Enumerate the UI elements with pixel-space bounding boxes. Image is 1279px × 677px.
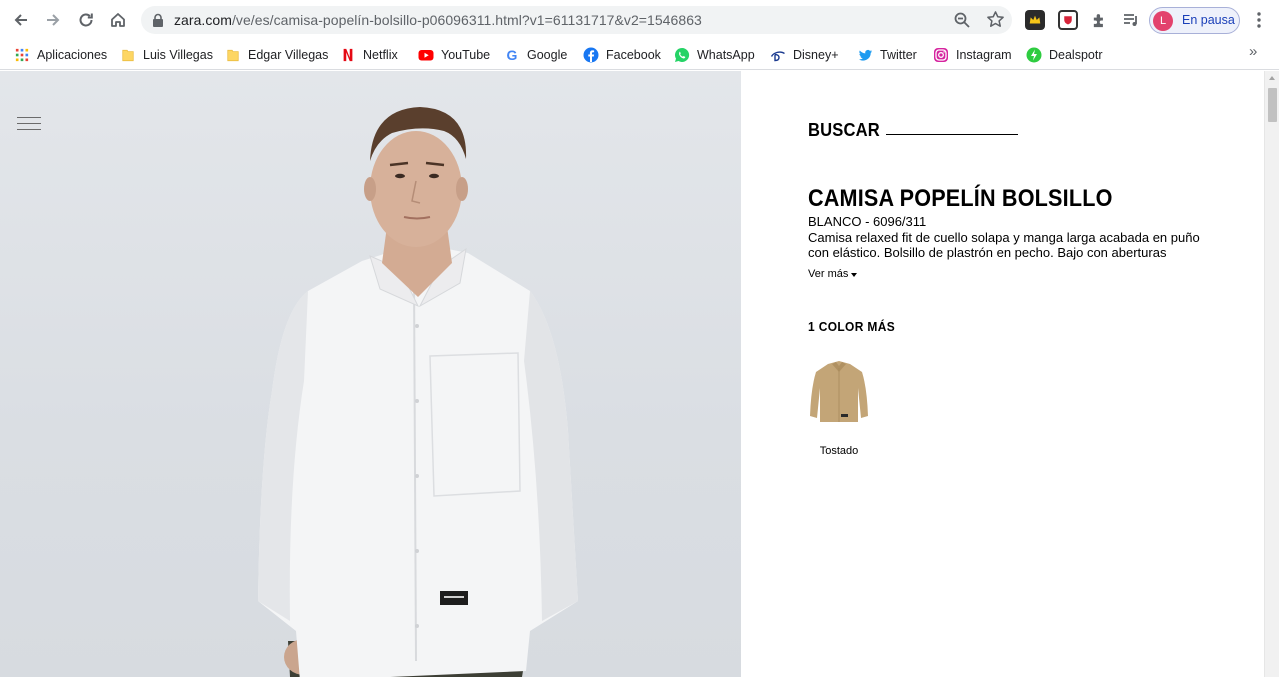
bookmark-label: Instagram	[956, 48, 1012, 62]
color-swatch-tostado[interactable]	[808, 358, 870, 428]
bookmark-twitter[interactable]: Twitter	[857, 44, 917, 66]
bookmark-label: Disney+	[793, 48, 839, 62]
youtube-icon	[418, 47, 434, 63]
product-title: CAMISA POPELÍN BOLSILLO	[808, 185, 1113, 212]
bookmark-dealspotr[interactable]: Dealspotr	[1026, 44, 1103, 66]
bookmark-disney[interactable]: Disney+	[770, 44, 839, 66]
search-input-underline[interactable]	[886, 134, 1018, 135]
home-button[interactable]	[106, 8, 130, 32]
back-arrow-icon	[14, 14, 27, 26]
dealspotr-icon	[1026, 47, 1042, 63]
disney-icon	[770, 47, 786, 63]
scroll-up-arrow-icon[interactable]	[1269, 76, 1275, 80]
lock-icon	[153, 13, 163, 27]
hamburger-menu-icon[interactable]	[17, 117, 41, 133]
reload-icon	[79, 13, 93, 27]
product-description: Camisa relaxed fit de cuello solapa y ma…	[808, 230, 1200, 260]
forward-arrow-icon	[47, 14, 60, 26]
bookmark-label: Facebook	[606, 48, 661, 62]
bookmark-apps[interactable]: Aplicaciones	[14, 44, 107, 66]
profile-button[interactable]: L En pausa	[1149, 7, 1240, 34]
crown-extension-icon[interactable]	[1025, 10, 1045, 30]
back-button[interactable]	[9, 8, 33, 32]
url-text: zara.com/ve/es/camisa-popelín-bolsillo-p…	[174, 12, 702, 28]
bookmarks-bar: Aplicaciones Luis Villegas Edgar Villega…	[0, 40, 1279, 70]
more-colors-heading: 1 COLOR MÁS	[808, 319, 896, 334]
product-image	[0, 71, 741, 677]
product-reference: BLANCO - 6096/311	[808, 214, 927, 229]
bookmark-label: Netflix	[363, 48, 398, 62]
bookmark-star-icon[interactable]	[986, 10, 1005, 29]
page-scrollbar[interactable]	[1264, 71, 1279, 677]
media-queue-icon[interactable]	[1121, 10, 1141, 30]
color-swatch-label: Tostado	[819, 445, 859, 457]
netflix-icon	[340, 47, 356, 63]
more-vert-icon[interactable]	[1250, 10, 1268, 30]
bookmark-label: Aplicaciones	[37, 48, 108, 62]
bookmark-label: Twitter	[880, 48, 917, 62]
bookmark-facebook[interactable]: Facebook	[583, 44, 661, 66]
see-more-label: Ver más	[808, 268, 849, 280]
bookmark-youtube[interactable]: YouTube	[418, 44, 490, 66]
reload-button[interactable]	[74, 8, 98, 32]
instagram-icon	[933, 47, 949, 63]
bookmark-label: YouTube	[441, 48, 491, 62]
bookmark-label: Edgar Villegas	[248, 48, 329, 62]
product-info-panel: BUSCAR CAMISA POPELÍN BOLSILLO BLANCO - …	[741, 71, 1264, 677]
apps-grid-icon	[14, 47, 30, 63]
twitter-icon	[857, 47, 873, 63]
bookmark-edgar-villegas[interactable]: Edgar Villegas	[225, 44, 328, 66]
bookmark-google[interactable]: G Google	[504, 44, 568, 66]
shield-extension-icon[interactable]	[1058, 10, 1078, 30]
bookmark-label: Dealspotr	[1049, 48, 1103, 62]
avatar: L	[1153, 11, 1173, 31]
bookmark-label: Luis Villegas	[143, 48, 213, 62]
address-bar[interactable]: zara.com/ve/es/camisa-popelín-bolsillo-p…	[141, 6, 1012, 34]
folder-icon	[120, 47, 136, 63]
facebook-icon	[583, 47, 599, 63]
bookmark-luis-villegas[interactable]: Luis Villegas	[120, 44, 213, 66]
bookmark-instagram[interactable]: Instagram	[933, 44, 1012, 66]
product-page: BUSCAR CAMISA POPELÍN BOLSILLO BLANCO - …	[0, 71, 1279, 677]
bookmark-label: Google	[527, 48, 568, 62]
bookmark-netflix[interactable]: Netflix	[340, 44, 398, 66]
bookmark-label: WhatsApp	[697, 48, 755, 62]
caret-down-icon	[851, 272, 858, 277]
folder-icon	[225, 47, 241, 63]
home-icon	[111, 13, 125, 27]
see-more-link[interactable]: Ver más	[808, 268, 858, 280]
model-photo	[258, 107, 578, 677]
zoom-icon[interactable]	[953, 11, 971, 29]
scrollbar-thumb[interactable]	[1268, 88, 1277, 122]
profile-status-label: En pausa	[1182, 13, 1235, 27]
bookmark-whatsapp[interactable]: WhatsApp	[674, 44, 755, 66]
forward-button[interactable]	[41, 8, 65, 32]
more-bookmarks-chevron-icon[interactable]: »	[1249, 43, 1257, 60]
browser-toolbar: zara.com/ve/es/camisa-popelín-bolsillo-p…	[0, 0, 1279, 40]
search-link[interactable]: BUSCAR	[808, 120, 880, 141]
extensions-puzzle-icon[interactable]	[1089, 10, 1109, 30]
whatsapp-icon	[674, 47, 690, 63]
google-icon: G	[506, 47, 518, 63]
